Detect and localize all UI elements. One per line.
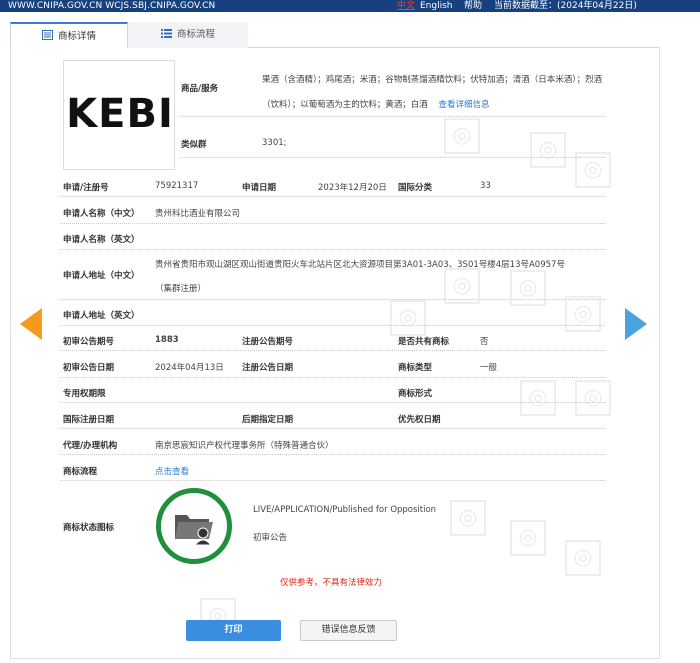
watermark-stamp: ◎ — [444, 118, 480, 154]
tm-form-label: 商标形式 — [398, 389, 433, 399]
divider — [60, 299, 605, 300]
site-url[interactable]: WWW.CNIPA.GOV.CN WCJS.SBJ.CNIPA.GOV.CN — [8, 0, 215, 12]
status-label: 商标状态图标 — [63, 523, 115, 533]
next-arrow-icon[interactable] — [625, 308, 647, 340]
applicant-cn-label: 申请人名称（中文） — [63, 209, 140, 219]
watermark-stamp: ◎ — [575, 380, 611, 416]
disclaimer-text: 仅供参考，不具有法律效力 — [280, 578, 383, 588]
divider — [60, 196, 605, 197]
address-en-label: 申请人地址（英文） — [63, 311, 140, 321]
list-icon — [160, 29, 172, 38]
watermark-stamp: ◎ — [510, 270, 546, 306]
divider — [60, 350, 605, 351]
goods-text: 果酒（含酒精）；鸡尾酒；米酒；谷物制蒸馏酒精饮料；伏特加酒；清酒（日本米酒）；烈… — [262, 75, 603, 110]
print-button[interactable]: 打印 — [186, 620, 281, 641]
shared-label: 是否共有商标 — [398, 337, 450, 347]
watermark-stamp: ◎ — [510, 520, 546, 556]
status-chinese: 初审公告 — [253, 533, 288, 543]
watermark-stamp: ◎ — [530, 132, 566, 168]
tab-label: 商标流程 — [176, 29, 215, 40]
agent-label: 代理/办理机构 — [63, 441, 118, 451]
view-details-link[interactable]: 查看详细信息 — [438, 100, 489, 110]
group-label: 类似群 — [181, 140, 207, 150]
status-english: LIVE/APPLICATION/Published for Oppositio… — [253, 505, 437, 515]
reg-pub-no-label: 注册公告期号 — [242, 337, 294, 347]
divider — [60, 402, 605, 403]
prelim-date-label: 初审公告日期 — [63, 363, 115, 373]
address-cn-label: 申请人地址（中文） — [63, 271, 140, 281]
group-value: 3301; — [262, 138, 287, 148]
status-badge — [156, 488, 232, 564]
goods-label: 商品/服务 — [181, 84, 219, 94]
divider — [60, 480, 605, 481]
divider — [180, 157, 605, 158]
process-view-link[interactable]: 点击查看 — [155, 465, 189, 477]
divider — [60, 454, 605, 455]
intl-class-label: 国际分类 — [398, 183, 433, 193]
prelim-date-value: 2024年04月13日 — [155, 363, 224, 373]
exclusive-label: 专用权期限 — [63, 389, 106, 399]
divider — [60, 377, 605, 378]
watermark-stamp: ◎ — [520, 380, 556, 416]
trademark-logo-text: KEBI — [66, 91, 174, 137]
divider — [60, 223, 605, 224]
watermark-stamp: ◎ — [450, 500, 486, 536]
watermark-stamp: ◎ — [565, 296, 601, 332]
tab-trademark-details[interactable]: 商标详情 — [10, 22, 128, 48]
error-feedback-button[interactable]: 错误信息反馈 — [300, 620, 397, 641]
address-cn-line2: （集群注册） — [155, 284, 207, 294]
prelim-no-value: 1883 — [155, 335, 179, 345]
shared-value: 否 — [480, 337, 489, 347]
reg-no-value: 75921317 — [155, 181, 199, 191]
goods-services: 果酒（含酒精）；鸡尾酒；米酒；谷物制蒸馏酒精饮料；伏特加酒；清酒（日本米酒）；烈… — [262, 68, 607, 118]
watermark-stamp: ◎ — [390, 300, 426, 336]
tm-type-value: 一般 — [480, 363, 498, 373]
folder-user-icon — [175, 515, 213, 546]
divider — [60, 428, 605, 429]
data-deadline: 当前数据截至：(2024年04月22日) — [494, 1, 637, 11]
tm-type-label: 商标类型 — [398, 363, 433, 373]
later-date-label: 后期指定日期 — [242, 415, 294, 425]
address-cn-line1: 贵州省贵阳市观山湖区观山街道贵阳火车北站片区北大资源项目第3A01-3A03、3… — [155, 260, 565, 270]
app-date-value: 2023年12月20日 — [318, 183, 387, 193]
tab-bar: 商标详情 商标流程 — [10, 22, 660, 48]
prelim-no-label: 初审公告期号 — [63, 337, 115, 347]
language-english-link[interactable]: English — [420, 0, 453, 12]
divider — [180, 116, 605, 117]
process-label: 商标流程 — [63, 467, 98, 477]
watermark-stamp: ◎ — [565, 540, 601, 576]
divider — [60, 249, 605, 250]
agent-value: 南京思宸知识产权代理事务所（特殊普通合伙） — [155, 441, 334, 451]
reg-no-label: 申请/注册号 — [63, 183, 109, 193]
tab-label: 商标详情 — [57, 31, 96, 42]
document-icon — [41, 30, 53, 40]
previous-arrow-icon[interactable] — [20, 308, 42, 340]
trademark-image: KEBI — [63, 60, 175, 170]
language-chinese-link[interactable]: 中文 — [397, 0, 415, 12]
divider — [60, 325, 605, 326]
applicant-cn-value: 贵州科比酒业有限公司 — [155, 209, 241, 219]
applicant-en-label: 申请人名称（英文） — [63, 235, 140, 245]
tab-trademark-process[interactable]: 商标流程 — [128, 22, 248, 48]
reg-pub-date-label: 注册公告日期 — [242, 363, 294, 373]
intl-class-value: 33 — [480, 181, 491, 191]
top-bar: WWW.CNIPA.GOV.CN WCJS.SBJ.CNIPA.GOV.CN 中… — [0, 0, 700, 12]
help-link[interactable]: 帮助 — [464, 0, 482, 12]
app-date-label: 申请日期 — [242, 183, 277, 193]
intl-reg-date-label: 国际注册日期 — [63, 415, 115, 425]
priority-date-label: 优先权日期 — [398, 415, 441, 425]
